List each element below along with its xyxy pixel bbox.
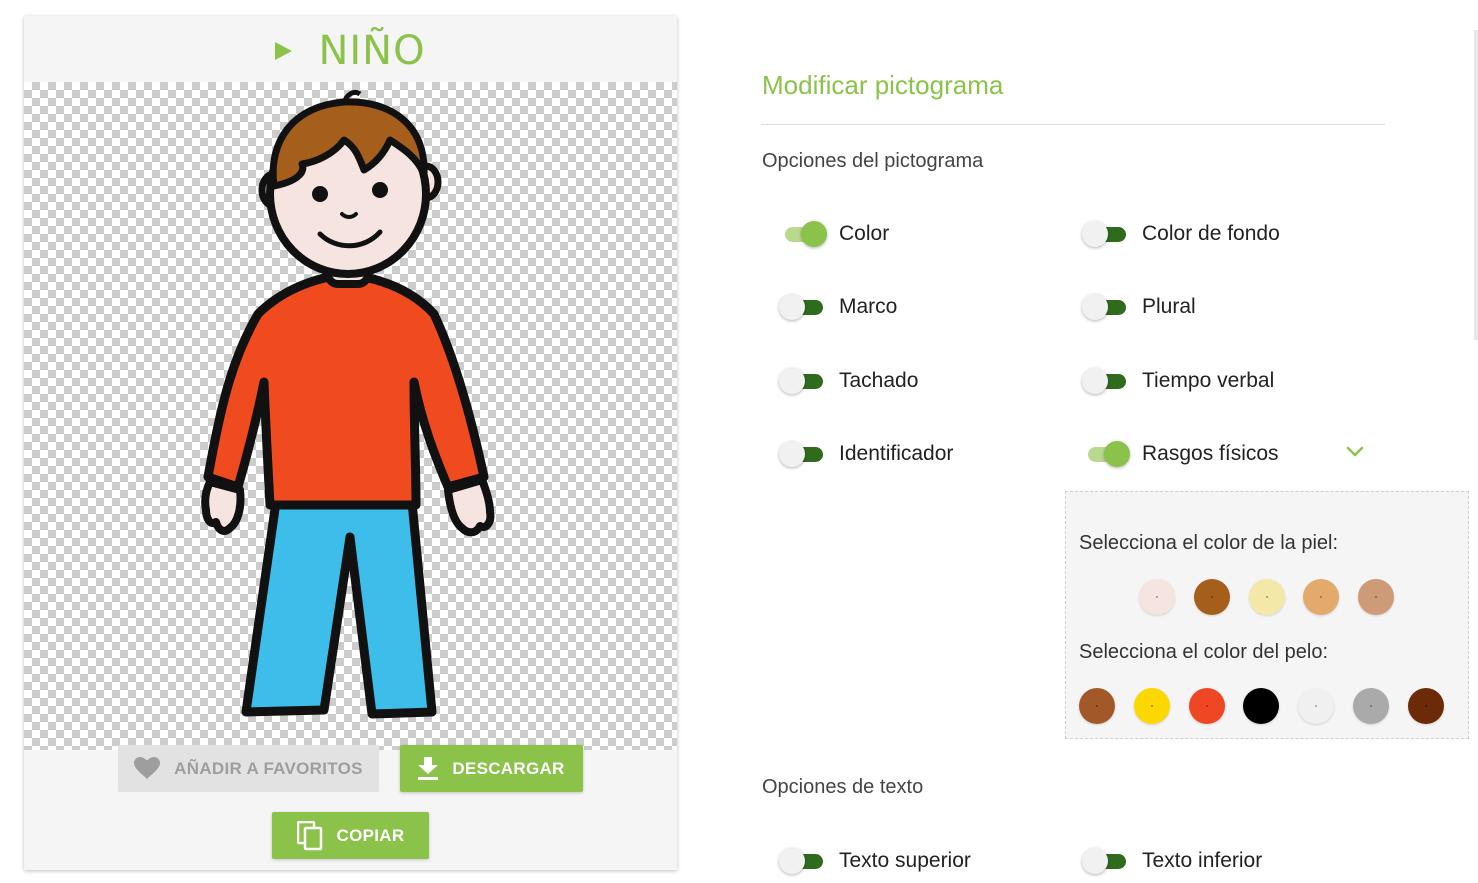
pictogram-preview [24, 82, 677, 750]
toggle-verb-tense[interactable] [1082, 366, 1128, 396]
panel-divider [761, 124, 1385, 125]
download-button[interactable]: DESCARGAR [400, 745, 583, 792]
toggle-top-text[interactable] [779, 846, 825, 876]
option-background-color-label: Color de fondo [1142, 222, 1280, 245]
panel-title: Modificar pictograma [762, 70, 1004, 100]
toggle-physical-features[interactable] [1082, 439, 1130, 469]
toggle-frame[interactable] [779, 292, 825, 322]
hair-swatch[interactable] [1298, 688, 1334, 724]
toggle-color[interactable] [779, 219, 827, 249]
hair-color-label: Selecciona el color del pelo: [1079, 641, 1329, 663]
option-verb-tense-label: Tiempo verbal [1142, 369, 1275, 392]
pictogram-card: NIÑO AÑADIR A FAVORITOS DESCARGAR COPIAR [24, 16, 677, 870]
option-strikethrough[interactable]: Tachado [779, 366, 918, 396]
hair-swatch[interactable] [1079, 688, 1115, 724]
option-frame[interactable]: Marco [779, 292, 897, 322]
skin-swatch[interactable] [1194, 579, 1230, 615]
option-plural-label: Plural [1142, 295, 1196, 318]
pictogram-title: NIÑO [318, 28, 426, 74]
hair-swatch[interactable] [1134, 688, 1170, 724]
option-frame-label: Marco [839, 295, 898, 318]
option-bottom-text-label: Texto inferior [1142, 849, 1263, 872]
skin-swatch[interactable] [1358, 579, 1394, 615]
toggle-strikethrough[interactable] [779, 366, 825, 396]
boy-pictogram-image [201, 89, 495, 719]
pictogram-title-bar: NIÑO [24, 16, 677, 82]
heart-icon [134, 757, 161, 779]
option-physical-features-label: Rasgos físicos [1142, 442, 1279, 465]
hair-swatch[interactable] [1243, 688, 1279, 724]
copy-label: COPIAR [336, 825, 405, 845]
skin-swatch[interactable] [1249, 579, 1285, 615]
hair-swatch[interactable] [1189, 688, 1225, 724]
option-identifier-label: Identificador [839, 442, 954, 465]
option-physical-features[interactable]: Rasgos físicos [1082, 439, 1279, 469]
add-to-favorites-label: AÑADIR A FAVORITOS [174, 758, 363, 778]
copy-icon [296, 820, 322, 850]
hair-swatch[interactable] [1353, 688, 1389, 724]
option-strikethrough-label: Tachado [839, 369, 919, 392]
option-background-color[interactable]: Color de fondo [1082, 219, 1280, 249]
skin-swatch[interactable] [1303, 579, 1339, 615]
chevron-down-icon[interactable] [1346, 446, 1364, 458]
skin-color-label: Selecciona el color de la piel: [1079, 532, 1339, 554]
hair-swatch[interactable] [1408, 688, 1444, 724]
play-icon[interactable] [275, 42, 293, 60]
option-verb-tense[interactable]: Tiempo verbal [1082, 366, 1274, 396]
text-options-title: Opciones de texto [762, 776, 924, 798]
picto-options-title: Opciones del pictograma [762, 150, 984, 172]
option-top-text[interactable]: Texto superior [779, 846, 971, 876]
skin-swatch[interactable] [1139, 579, 1175, 615]
download-icon [418, 756, 439, 780]
toggle-bottom-text[interactable] [1082, 846, 1128, 876]
scrollbar[interactable] [1474, 30, 1478, 340]
toggle-identifier[interactable] [779, 439, 825, 469]
copy-button[interactable]: COPIAR [272, 812, 429, 859]
option-identifier[interactable]: Identificador [779, 439, 953, 469]
toggle-plural[interactable] [1082, 292, 1128, 322]
option-plural[interactable]: Plural [1082, 292, 1196, 322]
download-label: DESCARGAR [452, 758, 565, 778]
option-color-label: Color [839, 222, 890, 245]
option-top-text-label: Texto superior [839, 849, 971, 872]
option-bottom-text[interactable]: Texto inferior [1082, 846, 1262, 876]
add-to-favorites-button[interactable]: AÑADIR A FAVORITOS [118, 745, 379, 792]
option-color[interactable]: Color [779, 219, 889, 249]
physical-features-panel: Selecciona el color de la piel: Seleccio… [1065, 491, 1469, 739]
toggle-background-color[interactable] [1082, 219, 1128, 249]
